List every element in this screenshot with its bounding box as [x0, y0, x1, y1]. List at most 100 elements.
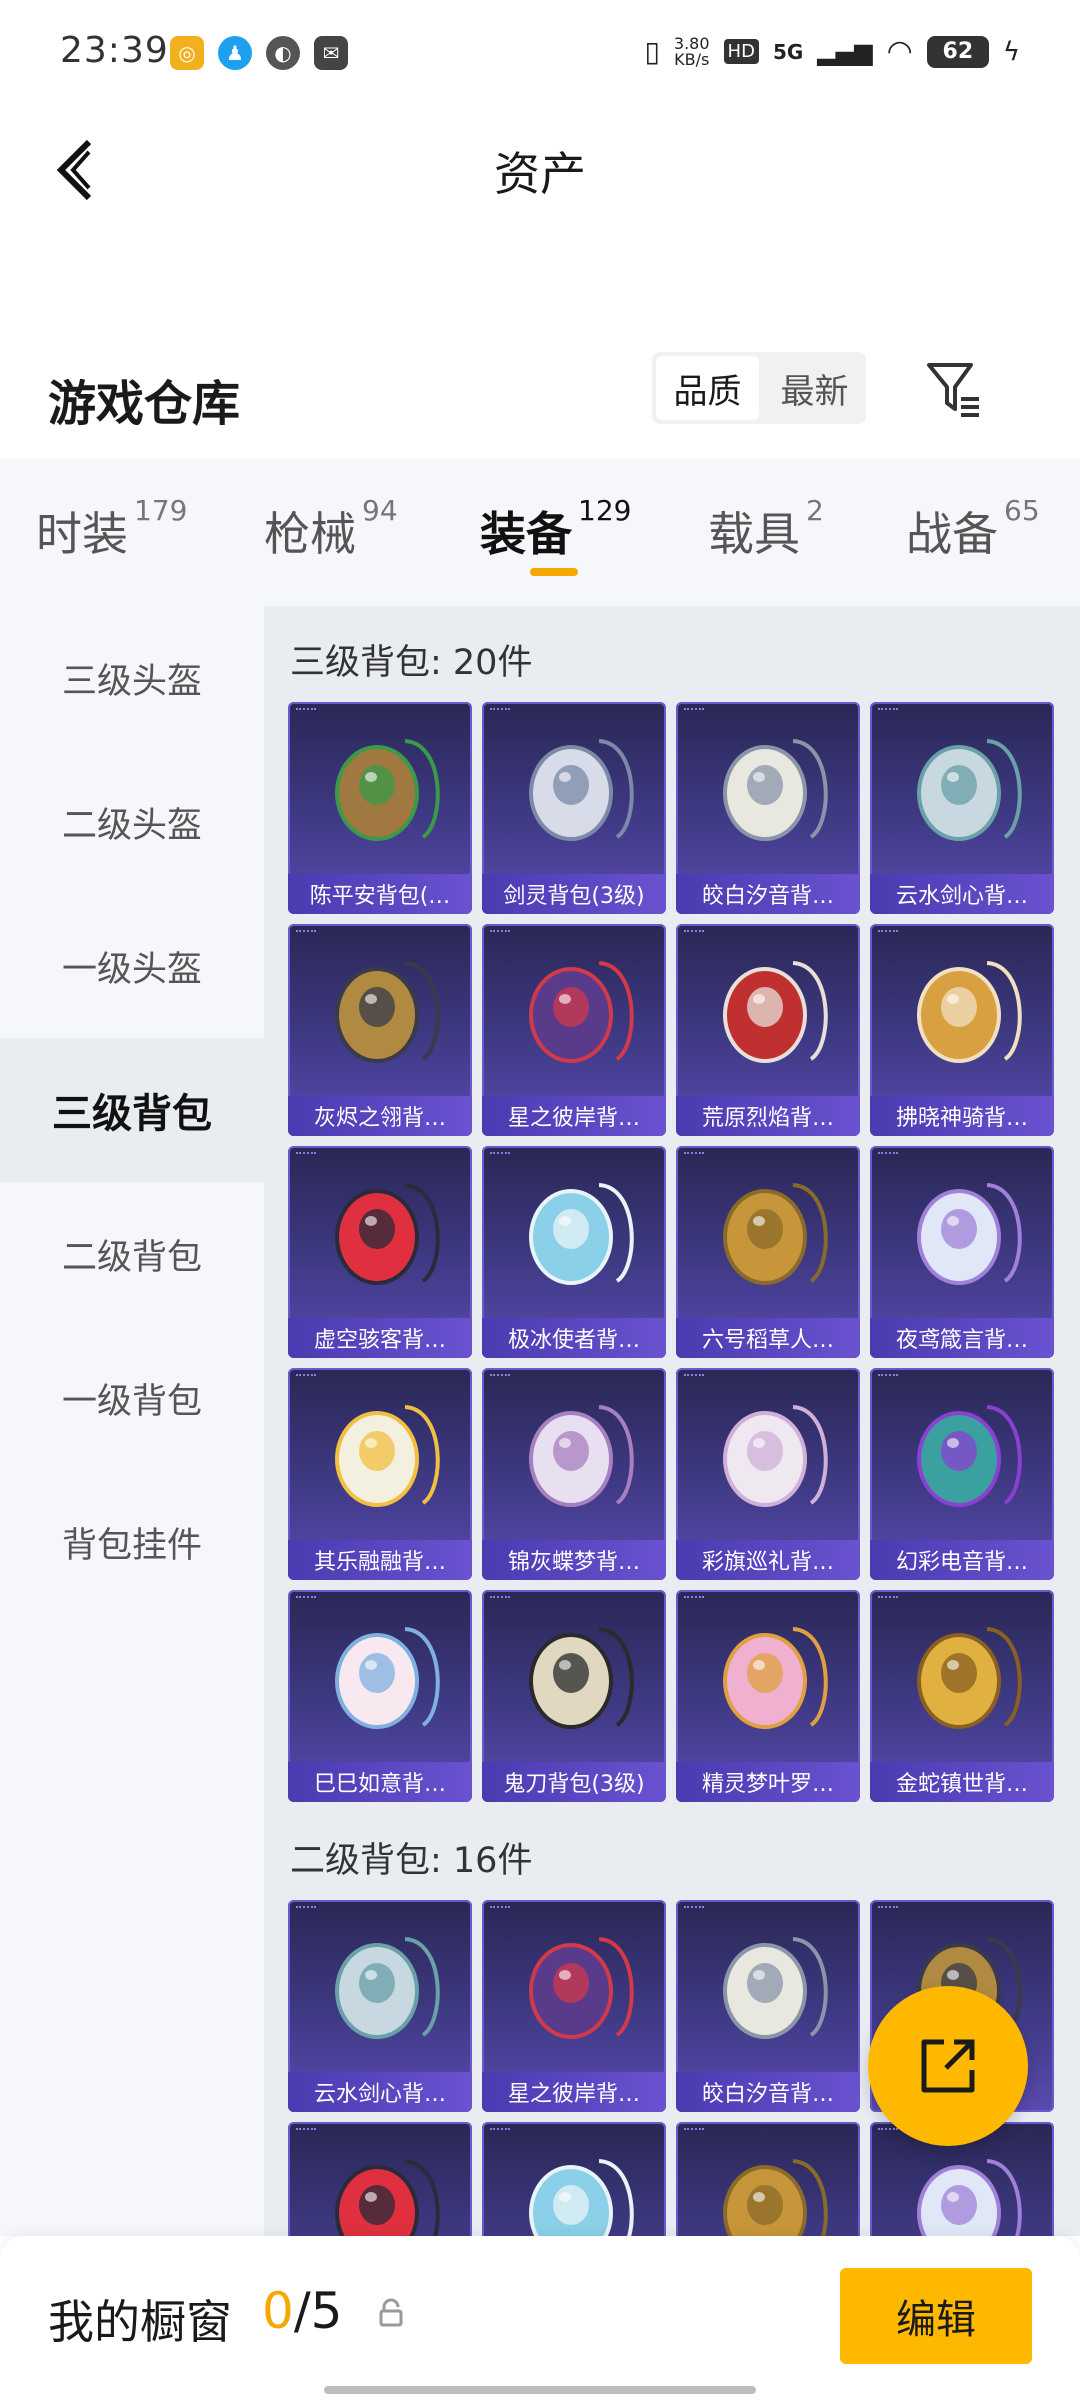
flame-backpack-icon — [676, 924, 860, 1096]
scarecrow-backpack-icon — [676, 1146, 860, 1318]
sidebar-item-level2-helmet[interactable]: 二级头盔 — [0, 750, 264, 894]
ice-crystal-backpack-icon — [482, 2122, 666, 2236]
astronaut-backpack-icon — [482, 924, 666, 1096]
tab-guns[interactable]: 枪械 94 — [264, 494, 398, 564]
item-card[interactable]: 巳巳如意背… — [288, 1590, 472, 1802]
bow-backpack-icon — [676, 1368, 860, 1540]
showcase-current: 0 — [262, 2282, 294, 2340]
sort-newest-button[interactable]: 最新 — [763, 352, 866, 424]
item-card[interactable]: 夜鸢箴言背… — [870, 1146, 1054, 1358]
section-title: 二级背包: 16件 — [290, 1841, 533, 1881]
item-name: 灰烬之翎背… — [288, 1096, 472, 1136]
item-card[interactable]: 灰烬之翎背… — [288, 924, 472, 1136]
warehouse-title: 游戏仓库 — [48, 376, 241, 432]
home-indicator[interactable] — [324, 2386, 756, 2394]
showcase-total: /5 — [293, 2282, 343, 2340]
warehouse-toolbar: 游戏仓库 品质 最新 — [0, 340, 1080, 450]
item-card[interactable]: 幻彩电音背… — [870, 1368, 1054, 1580]
sort-quality-button[interactable]: 品质 — [656, 356, 759, 420]
header: 资产 — [0, 110, 1080, 230]
qq-icon: ♟ — [218, 36, 252, 70]
snake-plush-backpack-icon — [288, 1590, 472, 1762]
item-name: 其乐融融背… — [288, 1540, 472, 1580]
item-card[interactable]: 星之彼岸背… — [482, 1900, 666, 2112]
item-name: 幻彩电音背… — [870, 1540, 1054, 1580]
tab-fashion[interactable]: 时装 179 — [36, 494, 187, 564]
item-name: 皎白汐音背… — [676, 2072, 860, 2112]
butterfly-backpack-icon — [482, 1368, 666, 1540]
category-tabs: 时装 179 枪械 94 装备 129 载具 2 战备 65 — [0, 458, 1080, 606]
shell-backpack-icon — [676, 1900, 860, 2072]
tab-count: 179 — [134, 494, 188, 527]
shell-backpack-icon — [676, 702, 860, 874]
page-title: 资产 — [494, 147, 586, 201]
message-app-icon: ✉ — [314, 36, 348, 70]
item-card[interactable]: 精灵梦叶罗… — [676, 1590, 860, 1802]
edit-button[interactable]: 编辑 — [840, 2268, 1032, 2364]
item-card[interactable]: 荒原烈焰背… — [676, 924, 860, 1136]
sword-spirit-backpack-icon — [482, 702, 666, 874]
item-card[interactable] — [676, 2122, 860, 2236]
item-name: 极冰使者背… — [482, 1318, 666, 1358]
tab-count: 65 — [1004, 494, 1040, 527]
sidebar-item-level2-backpack[interactable]: 二级背包 — [0, 1182, 264, 1326]
tab-supplies[interactable]: 战备 65 — [906, 494, 1040, 564]
sidebar-item-level1-helmet[interactable]: 一级头盔 — [0, 894, 264, 1038]
item-name: 精灵梦叶罗… — [676, 1762, 860, 1802]
subcategory-sidebar: 三级头盔 二级头盔 一级头盔 三级背包 二级背包 一级背包 背包挂件 — [0, 606, 264, 2236]
ice-crystal-backpack-icon — [482, 1146, 666, 1318]
item-name: 夜鸢箴言背… — [870, 1318, 1054, 1358]
item-card[interactable] — [482, 2122, 666, 2236]
sidebar-item-level3-backpack[interactable]: 三级背包 — [0, 1038, 264, 1182]
item-card[interactable]: 云水剑心背… — [870, 702, 1054, 914]
item-card[interactable]: 虚空骇客背… — [288, 1146, 472, 1358]
showcase-bar: 我的橱窗 0/5 编辑 — [0, 2236, 1080, 2400]
tab-label: 时装 — [36, 507, 128, 561]
item-name: 六号稻草人… — [676, 1318, 860, 1358]
battery-indicator: 62 — [926, 35, 989, 68]
filter-icon — [927, 363, 979, 417]
active-tab-indicator — [530, 568, 578, 576]
item-card[interactable]: 金蛇镇世背… — [870, 1590, 1054, 1802]
tab-equipment[interactable]: 装备 129 — [480, 494, 631, 564]
item-card[interactable]: 鬼刀背包(3级) — [482, 1590, 666, 1802]
vibrate-icon: ▯ — [644, 35, 660, 68]
hd-badge: HD — [723, 39, 759, 64]
charging-icon: ϟ — [1002, 36, 1020, 67]
signal-type: 5G — [772, 39, 804, 64]
tab-vehicles[interactable]: 载具 2 — [708, 494, 824, 564]
signal-icon: ▂▄▆ — [817, 37, 873, 66]
astronaut-backpack-icon — [482, 1900, 666, 2072]
item-card[interactable]: 陈平安背包(… — [288, 702, 472, 914]
share-icon — [921, 2039, 975, 2093]
heart-backpack-icon — [676, 1590, 860, 1762]
golden-snake-backpack-icon — [870, 1590, 1054, 1762]
item-card[interactable]: 皎白汐音背… — [676, 1900, 860, 2112]
item-card[interactable] — [288, 2122, 472, 2236]
lock-icon — [379, 2298, 403, 2327]
item-card[interactable]: 拂晓神骑背… — [870, 924, 1054, 1136]
void-hacker-backpack-icon — [288, 1146, 472, 1318]
item-card[interactable]: 云水剑心背… — [288, 1900, 472, 2112]
share-button[interactable] — [868, 1986, 1028, 2146]
item-card[interactable]: 剑灵背包(3级) — [482, 702, 666, 914]
item-name: 虚空骇客背… — [288, 1318, 472, 1358]
item-card[interactable]: 其乐融融背… — [288, 1368, 472, 1580]
item-card[interactable]: 皎白汐音背… — [676, 702, 860, 914]
sidebar-item-level3-helmet[interactable]: 三级头盔 — [0, 606, 264, 750]
sidebar-item-level1-backpack[interactable]: 一级背包 — [0, 1326, 264, 1470]
item-name: 巳巳如意背… — [288, 1762, 472, 1802]
sidebar-item-backpack-charm[interactable]: 背包挂件 — [0, 1470, 264, 1614]
item-card[interactable]: 星之彼岸背… — [482, 924, 666, 1136]
item-card[interactable]: 彩旗巡礼背… — [676, 1368, 860, 1580]
item-card[interactable]: 六号稻草人… — [676, 1146, 860, 1358]
tab-label: 载具 — [708, 507, 800, 561]
showcase-count: 0/5 — [262, 2282, 342, 2340]
item-card[interactable]: 锦灰蝶梦背… — [482, 1368, 666, 1580]
filter-button[interactable] — [918, 354, 988, 424]
sword-backpack-icon — [870, 702, 1054, 874]
item-name: 星之彼岸背… — [482, 2072, 666, 2112]
item-card[interactable]: 极冰使者背… — [482, 1146, 666, 1358]
item-name: 锦灰蝶梦背… — [482, 1540, 666, 1580]
tab-count: 2 — [806, 494, 824, 527]
